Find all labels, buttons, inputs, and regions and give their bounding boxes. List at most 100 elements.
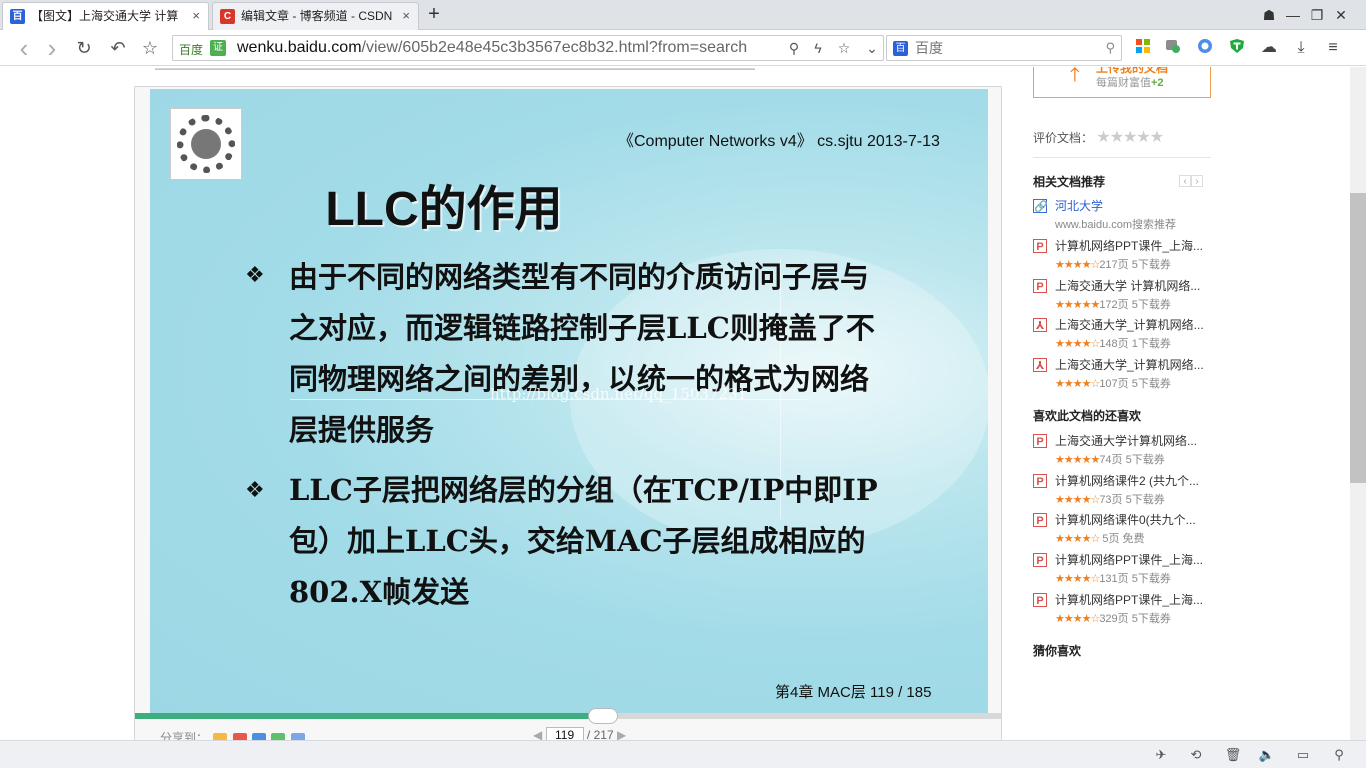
related-doc-item[interactable]: 🔗 河北大学 www.baidu.com搜索推荐 xyxy=(1033,196,1211,236)
related-doc-item[interactable]: P 计算机网络PPT课件_上海... ★★★★☆217页 5下载券 xyxy=(1033,236,1211,276)
new-tab-button[interactable]: + xyxy=(424,3,444,25)
doc-title[interactable]: 上海交通大学_计算机网络... xyxy=(1055,356,1211,373)
share-qzone-icon[interactable] xyxy=(213,732,228,740)
related-doc-item[interactable]: P 上海交通大学 计算机网络... ★★★★★172页 5下载券 xyxy=(1033,276,1211,316)
page-number-input[interactable]: 119 xyxy=(545,727,584,740)
menu-icon[interactable]: ≡ xyxy=(1323,38,1343,58)
rating-stars[interactable]: ★★★★★ xyxy=(1096,129,1164,146)
close-tab-icon[interactable]: × xyxy=(402,3,410,29)
url-text[interactable]: wenku.baidu.com/view/605b2e48e45c3b3567e… xyxy=(237,39,747,57)
speedup-icon[interactable]: ⟲ xyxy=(1187,746,1205,764)
volume-icon[interactable]: 🔈 xyxy=(1258,746,1276,764)
search-input[interactable] xyxy=(915,39,1095,57)
doc-stars: ★★★★☆ xyxy=(1055,259,1100,271)
reading-progress-handle[interactable] xyxy=(587,708,618,724)
tab-csdn-editor[interactable]: C 编辑文章 - 博客频道 - CSDN × xyxy=(212,2,419,30)
reload-button[interactable]: ↻ xyxy=(72,36,96,60)
slide-footer: 第4章 MAC层 119 / 185 xyxy=(775,684,932,701)
upload-reward-text: 每篇财富值 xyxy=(1096,77,1151,89)
plane-icon[interactable]: ✈ xyxy=(1152,746,1170,764)
share-weibo-icon[interactable] xyxy=(232,732,247,740)
address-bar[interactable]: 百度 证 wenku.baidu.com/view/605b2e48e45c3b… xyxy=(172,35,884,61)
doc-meta: ★★★★★74页 5下载券 xyxy=(1055,451,1165,467)
close-window-button[interactable]: ✕ xyxy=(1330,5,1352,25)
doc-meta: ★★★★☆131页 5下载券 xyxy=(1055,570,1171,586)
doc-title[interactable]: 河北大学 xyxy=(1055,197,1211,214)
upload-document-button[interactable]: ⤒ 上传我的文档 每篇财富值+2 xyxy=(1033,67,1211,98)
vertical-scrollbar[interactable] xyxy=(1350,67,1366,740)
bullet-diamond-icon: ❖ xyxy=(245,477,265,502)
browser-toolbar: ‹ › ↻ ↶ ☆ 百度 证 wenku.baidu.com/view/605b… xyxy=(0,30,1366,66)
upload-reward: 每篇财富值+2 xyxy=(1096,74,1164,90)
flash-icon[interactable]: ϟ xyxy=(809,39,827,57)
doc-title[interactable]: 计算机网络课件2 (共九个... xyxy=(1055,472,1211,489)
doc-meta: ★★★★★172页 5下载券 xyxy=(1055,296,1171,312)
chevron-down-icon[interactable]: ⌄ xyxy=(863,39,881,57)
close-tab-icon[interactable]: × xyxy=(192,3,200,29)
doc-title[interactable]: 计算机网络PPT课件_上海... xyxy=(1055,237,1211,254)
security-t-icon[interactable] xyxy=(1227,38,1247,58)
doc-stars: ★★★★☆ xyxy=(1055,573,1100,585)
site-label: 百度 xyxy=(179,43,204,57)
scrollbar-thumb[interactable] xyxy=(1350,193,1366,483)
favorite-button[interactable]: ☆ xyxy=(138,36,162,60)
doc-title[interactable]: 计算机网络课件0(共九个... xyxy=(1055,511,1211,528)
forward-button[interactable]: › xyxy=(40,35,64,61)
video-extension-icon[interactable] xyxy=(1163,38,1183,58)
back-button[interactable]: ‹ xyxy=(12,35,36,61)
shield-icon[interactable] xyxy=(1195,38,1215,58)
doc-title[interactable]: 上海交通大学 计算机网络... xyxy=(1055,277,1211,294)
share-label: 分享到： xyxy=(160,731,209,740)
doc-stars: ★★★★☆ xyxy=(1055,613,1100,625)
doc-title[interactable]: 上海交通大学_计算机网络... xyxy=(1055,316,1211,333)
also-liked-item[interactable]: P 计算机网络PPT课件_上海... ★★★★☆329页 5下载券 xyxy=(1033,590,1211,630)
prev-page-icon[interactable]: ◀ xyxy=(533,728,542,740)
tab-title: 【图文】上海交通大学 计算 xyxy=(31,9,179,23)
also-liked-item[interactable]: P 计算机网络PPT课件_上海... ★★★★☆131页 5下载券 xyxy=(1033,550,1211,590)
slide-page: 《Computer Networks v4》 cs.sjtu 2013-7-13… xyxy=(150,89,988,713)
apps-grid-icon[interactable] xyxy=(1133,38,1153,58)
zoom-icon[interactable]: ⚲ xyxy=(1330,746,1348,764)
doc-meta-text: 73页 5下载券 xyxy=(1099,494,1165,506)
trash-icon[interactable]: 🗑 xyxy=(1224,746,1242,764)
share-wechat-icon[interactable] xyxy=(271,732,286,740)
chevron-right-icon[interactable]: › xyxy=(1191,175,1203,187)
guess-you-like-title: 猜你喜欢 xyxy=(1033,644,1082,658)
pdf-file-icon: ⅄ xyxy=(1033,358,1047,372)
doc-meta: ★★★★☆107页 5下载券 xyxy=(1055,375,1171,391)
doc-meta: ★★★★☆148页 1下载券 xyxy=(1055,335,1171,351)
also-liked-item[interactable]: P 计算机网络课件2 (共九个... ★★★★☆73页 5下载券 xyxy=(1033,471,1211,511)
cloud-icon[interactable]: ☁ xyxy=(1259,38,1279,58)
search-icon[interactable]: ⚲ xyxy=(1105,40,1115,56)
certificate-icon[interactable]: 证 xyxy=(210,40,226,56)
chevron-left-icon[interactable]: ‹ xyxy=(1179,175,1191,187)
bullet-text: LLC子层把网络层的分组（在TCP/IP中即IP包）加上LLC头，交给MAC子层… xyxy=(289,473,878,609)
tab-baidu-wenku[interactable]: 百 【图文】上海交通大学 计算 × xyxy=(2,2,209,30)
share-renren-icon[interactable] xyxy=(252,732,267,740)
search-box[interactable]: 百 ⚲ xyxy=(886,35,1122,61)
doc-meta: ★★★★☆217页 5下载券 xyxy=(1055,256,1171,272)
doc-title[interactable]: 计算机网络PPT课件_上海... xyxy=(1055,591,1211,608)
restore-button[interactable]: ❐ xyxy=(1306,5,1328,25)
zoom-icon[interactable]: ⚲ xyxy=(785,39,803,57)
share-more-icon[interactable] xyxy=(290,732,305,740)
doc-title[interactable]: 计算机网络PPT课件_上海... xyxy=(1055,551,1211,568)
tab-title: 编辑文章 - 博客频道 - CSDN xyxy=(241,9,393,23)
next-page-icon[interactable]: ▶ xyxy=(617,728,626,740)
related-doc-item[interactable]: ⅄ 上海交通大学_计算机网络... ★★★★☆148页 1下载券 xyxy=(1033,315,1211,355)
skin-icon[interactable]: ☗ xyxy=(1258,5,1280,25)
download-icon[interactable]: ⤓ xyxy=(1291,38,1311,58)
undo-close-button[interactable]: ↶ xyxy=(106,36,130,60)
doc-stars: ★★★★☆ xyxy=(1055,338,1100,350)
bookmark-star-icon[interactable]: ☆ xyxy=(835,39,853,57)
minimize-button[interactable]: — xyxy=(1282,5,1304,25)
reading-progress-track[interactable] xyxy=(135,708,1001,724)
reading-progress-fill xyxy=(135,713,603,719)
window-icon[interactable]: ▭ xyxy=(1294,746,1312,764)
slide-title: LLC的作用 xyxy=(325,183,563,236)
also-liked-item[interactable]: P 计算机网络课件0(共九个... ★★★★☆ 5页 免费 xyxy=(1033,510,1211,550)
related-doc-item[interactable]: ⅄ 上海交通大学_计算机网络... ★★★★☆107页 5下载券 xyxy=(1033,355,1211,395)
doc-title[interactable]: 上海交通大学计算机网络... xyxy=(1055,432,1211,449)
url-host: wenku.baidu.com xyxy=(237,39,362,56)
also-liked-item[interactable]: P 上海交通大学计算机网络... ★★★★★74页 5下载券 xyxy=(1033,431,1211,471)
